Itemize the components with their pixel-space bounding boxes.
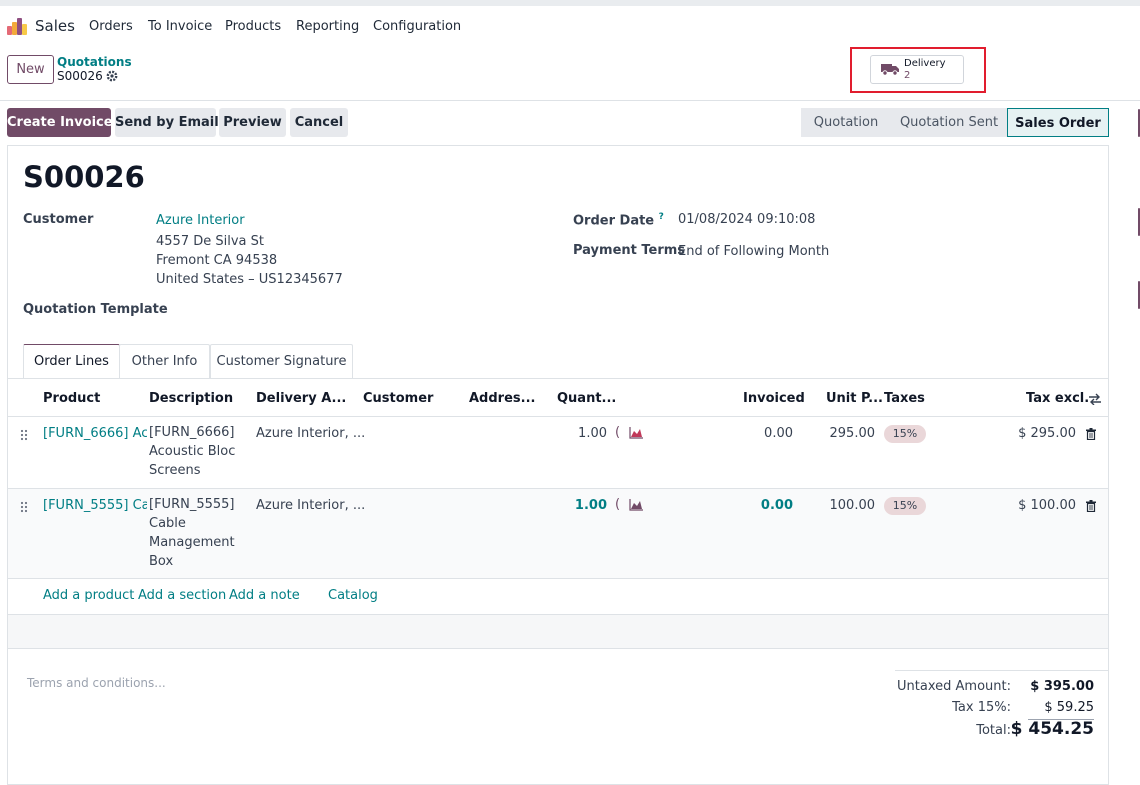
breadcrumb-quotations[interactable]: Quotations bbox=[57, 55, 132, 69]
status-bar: Quotation Quotation Sent Sales Order bbox=[801, 108, 1109, 137]
menu-to-invoice[interactable]: To Invoice bbox=[148, 19, 212, 34]
description-line: Management bbox=[149, 535, 235, 550]
line-invoiced: 0.00 bbox=[764, 426, 793, 441]
untaxed-label: Untaxed Amount: bbox=[897, 679, 1011, 694]
description-line: Screens bbox=[149, 463, 201, 478]
control-panel: New Quotations S00026 Delivery 2 bbox=[0, 46, 1140, 101]
description-line: [FURN_6666] bbox=[149, 425, 235, 440]
highlight-box bbox=[850, 47, 986, 93]
tab-customer-signature[interactable]: Customer Signature bbox=[210, 344, 353, 379]
line-subtotal: $ 295.00 bbox=[1018, 426, 1076, 441]
tab-other-info[interactable]: Other Info bbox=[119, 344, 210, 379]
line-quantity[interactable]: 1.00 bbox=[548, 426, 607, 441]
line-description[interactable]: [FURN_6666] Acoustic Bloc Screens bbox=[149, 423, 235, 480]
col-taxes[interactable]: Taxes bbox=[884, 391, 925, 406]
stage-quotation[interactable]: Quotation bbox=[801, 108, 891, 137]
col-tax-excl[interactable]: Tax excl. bbox=[1026, 391, 1089, 406]
terms-input[interactable]: Terms and conditions... bbox=[27, 676, 166, 690]
cancel-button[interactable]: Cancel bbox=[290, 108, 348, 137]
order-date-value[interactable]: 01/08/2024 09:10:08 bbox=[678, 212, 815, 227]
quotation-template-label: Quotation Template bbox=[23, 302, 168, 317]
menu-products[interactable]: Products bbox=[225, 19, 281, 34]
drag-handle-icon[interactable] bbox=[20, 429, 28, 441]
description-line: Acoustic Bloc bbox=[149, 444, 236, 459]
stage-sales-order[interactable]: Sales Order bbox=[1007, 108, 1109, 137]
col-delivery-address[interactable]: Delivery A... bbox=[256, 391, 346, 406]
col-customer[interactable]: Customer bbox=[363, 391, 433, 406]
tab-order-lines[interactable]: Order Lines bbox=[23, 344, 120, 379]
stage-quotation-sent[interactable]: Quotation Sent bbox=[891, 108, 1007, 137]
help-icon[interactable]: ? bbox=[659, 212, 664, 222]
add-line-row: Add a product Add a section Add a note C… bbox=[8, 578, 1108, 615]
customer-name-link[interactable]: Azure Interior bbox=[156, 213, 245, 228]
app-name[interactable]: Sales bbox=[35, 17, 75, 35]
line-description[interactable]: [FURN_5555] Cable Management Box bbox=[149, 495, 235, 571]
col-quantity[interactable]: Quant... bbox=[557, 391, 616, 406]
forecast-chart-icon[interactable] bbox=[624, 427, 648, 439]
form-sheet: S00026 Customer Azure Interior 4557 De S… bbox=[7, 145, 1109, 785]
order-lines-header: Product Description Delivery A... Custom… bbox=[8, 379, 1108, 417]
customer-label: Customer bbox=[23, 212, 94, 227]
address-line-1: 4557 De Silva St bbox=[156, 234, 264, 249]
payment-terms-value[interactable]: End of Following Month bbox=[678, 244, 829, 259]
qty-paren: ( bbox=[615, 497, 621, 512]
address-line-3: United States – US12345677 bbox=[156, 272, 343, 287]
line-quantity[interactable]: 1.00 bbox=[548, 498, 607, 513]
order-date-label: Order Date ? bbox=[573, 212, 664, 228]
trash-icon[interactable] bbox=[1086, 428, 1096, 440]
line-invoiced: 0.00 bbox=[760, 498, 793, 513]
line-subtotal: $ 100.00 bbox=[1018, 498, 1076, 513]
tax-badge[interactable]: 15% bbox=[884, 497, 926, 515]
sales-app-icon[interactable] bbox=[7, 17, 27, 35]
send-by-email-button[interactable]: Send by Email bbox=[115, 108, 219, 137]
empty-row bbox=[8, 615, 1108, 649]
untaxed-amount: $ 395.00 bbox=[1030, 679, 1094, 694]
totals-divider bbox=[895, 670, 1108, 671]
add-note-link[interactable]: Add a note bbox=[229, 588, 300, 603]
description-line: [FURN_5555] bbox=[149, 497, 235, 512]
main-navbar: Sales Orders To Invoice Products Reporti… bbox=[0, 6, 1140, 46]
tax-label: Tax 15%: bbox=[952, 700, 1011, 715]
qty-paren: ( bbox=[615, 425, 621, 440]
new-button[interactable]: New bbox=[7, 55, 54, 84]
order-date-label-text: Order Date bbox=[573, 213, 655, 229]
create-invoice-button[interactable]: Create Invoice bbox=[7, 108, 113, 137]
catalog-link[interactable]: Catalog bbox=[328, 588, 378, 603]
gear-icon[interactable] bbox=[106, 70, 118, 82]
tax-badge[interactable]: 15% bbox=[884, 425, 926, 443]
trash-icon[interactable] bbox=[1086, 500, 1096, 512]
table-row[interactable]: [FURN_5555] Cabl [FURN_5555] Cable Manag… bbox=[8, 489, 1108, 579]
tax-amount: $ 59.25 bbox=[1044, 700, 1094, 715]
description-line: Box bbox=[149, 554, 174, 569]
preview-button[interactable]: Preview bbox=[219, 108, 286, 137]
record-title: S00026 bbox=[23, 160, 145, 194]
menu-reporting[interactable]: Reporting bbox=[296, 19, 359, 34]
line-unit-price[interactable]: 295.00 bbox=[808, 426, 876, 441]
col-invoiced[interactable]: Invoiced bbox=[743, 391, 805, 406]
total-label: Total: bbox=[976, 723, 1011, 738]
line-unit-price[interactable]: 100.00 bbox=[808, 498, 876, 513]
address-line-2: Fremont CA 94538 bbox=[156, 253, 278, 268]
breadcrumb-current: S00026 bbox=[57, 69, 103, 83]
table-row[interactable]: [FURN_6666] Acou [FURN_6666] Acoustic Bl… bbox=[8, 417, 1108, 489]
menu-configuration[interactable]: Configuration bbox=[373, 19, 461, 34]
col-product[interactable]: Product bbox=[43, 391, 100, 406]
add-product-link[interactable]: Add a product bbox=[43, 588, 134, 603]
forecast-chart-icon[interactable] bbox=[624, 499, 648, 511]
drag-handle-icon[interactable] bbox=[20, 501, 28, 513]
col-unit-price[interactable]: Unit P... bbox=[826, 391, 883, 406]
col-description[interactable]: Description bbox=[149, 391, 233, 406]
line-delivery-address[interactable]: Azure Interior, ... bbox=[256, 426, 365, 441]
total-amount: $ 454.25 bbox=[1010, 719, 1094, 739]
line-product[interactable]: [FURN_6666] Acou bbox=[43, 426, 147, 441]
payment-terms-label: Payment Terms bbox=[573, 243, 686, 258]
line-product[interactable]: [FURN_5555] Cabl bbox=[43, 498, 147, 513]
menu-orders[interactable]: Orders bbox=[89, 19, 133, 34]
description-line: Cable bbox=[149, 516, 186, 531]
adjust-columns-icon[interactable] bbox=[1088, 393, 1102, 405]
chatter-edge bbox=[1130, 100, 1140, 764]
line-delivery-address[interactable]: Azure Interior, ... bbox=[256, 498, 365, 513]
col-address[interactable]: Addres... bbox=[469, 391, 535, 406]
add-section-link[interactable]: Add a section bbox=[138, 588, 226, 603]
